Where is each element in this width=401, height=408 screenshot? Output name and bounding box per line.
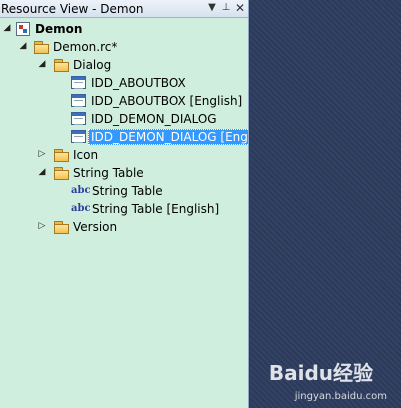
tree-item-string-table-folder[interactable]: ◢ String Table <box>0 164 248 182</box>
tree-item-dialog-selected[interactable]: IDD_DEMON_DIALOG [English] <box>0 128 248 146</box>
tree-item-label: IDD_DEMON_DIALOG <box>91 112 217 126</box>
collapsed-arrow-icon[interactable]: ▷ <box>37 221 47 231</box>
resource-tree[interactable]: ◢ Demon ◢ Demon.rc* ◢ Dialog IDD_ABOUTBO… <box>0 18 248 408</box>
dialog-icon <box>71 76 86 89</box>
tree-item-label: IDD_ABOUTBOX [English] <box>91 94 243 108</box>
folder-icon <box>54 59 69 72</box>
project-icon <box>16 22 30 36</box>
tree-item-label: Demon.rc* <box>53 40 118 54</box>
tree-item-label: Demon <box>35 22 83 36</box>
tree-item-label: IDD_ABOUTBOX <box>91 76 186 90</box>
dialog-icon <box>71 94 86 107</box>
tree-item-label: String Table <box>92 184 163 198</box>
string-table-icon: abc <box>71 203 91 214</box>
collapsed-arrow-icon[interactable]: ▷ <box>37 149 47 159</box>
tree-item-version-folder[interactable]: ▷ Version <box>0 218 248 236</box>
tree-item-string-table[interactable]: abc String Table [English] <box>0 200 248 218</box>
expanded-arrow-icon[interactable]: ◢ <box>37 167 47 177</box>
pin-icon[interactable]: ⊥ <box>219 1 233 15</box>
tree-item-string-table[interactable]: abc String Table <box>0 182 248 200</box>
folder-icon <box>34 41 49 54</box>
tree-item-label: Version <box>73 220 118 234</box>
tree-item-icon-folder[interactable]: ▷ Icon <box>0 146 248 164</box>
tree-item-label: Dialog <box>73 58 112 72</box>
expanded-arrow-icon[interactable]: ◢ <box>18 41 28 51</box>
editor-background: Baidu经验 jingyan.baidu.com <box>250 0 401 408</box>
tree-item-dialog[interactable]: IDD_ABOUTBOX <box>0 74 248 92</box>
dialog-icon <box>71 130 86 143</box>
resource-view-panel: Resource View - Demon ▼ ⊥ ✕ ◢ Demon ◢ De… <box>0 0 249 408</box>
expanded-arrow-icon[interactable]: ◢ <box>37 59 47 69</box>
string-table-icon: abc <box>71 185 91 196</box>
tree-item-label: String Table <box>73 166 144 180</box>
tree-item-dialog-folder[interactable]: ◢ Dialog <box>0 56 248 74</box>
tree-item-demon[interactable]: ◢ Demon <box>0 20 248 38</box>
folder-icon <box>54 167 69 180</box>
panel-titlebar: Resource View - Demon ▼ ⊥ ✕ <box>0 0 248 18</box>
expanded-arrow-icon[interactable]: ◢ <box>2 23 12 33</box>
folder-icon <box>54 149 69 162</box>
tree-item-rc-file[interactable]: ◢ Demon.rc* <box>0 38 248 56</box>
folder-icon <box>54 221 69 234</box>
tree-item-label: IDD_DEMON_DIALOG [English] <box>88 129 248 145</box>
close-icon[interactable]: ✕ <box>233 1 247 15</box>
watermark-url: jingyan.baidu.com <box>294 391 387 402</box>
watermark-logo: Baidu经验 <box>268 361 373 385</box>
chevron-down-icon[interactable]: ▼ <box>205 1 219 15</box>
tree-item-dialog[interactable]: IDD_ABOUTBOX [English] <box>0 92 248 110</box>
panel-title: Resource View - Demon <box>1 2 144 16</box>
tree-item-label: String Table [English] <box>92 202 220 216</box>
tree-item-dialog[interactable]: IDD_DEMON_DIALOG <box>0 110 248 128</box>
dialog-icon <box>71 112 86 125</box>
tree-item-label: Icon <box>73 148 99 162</box>
